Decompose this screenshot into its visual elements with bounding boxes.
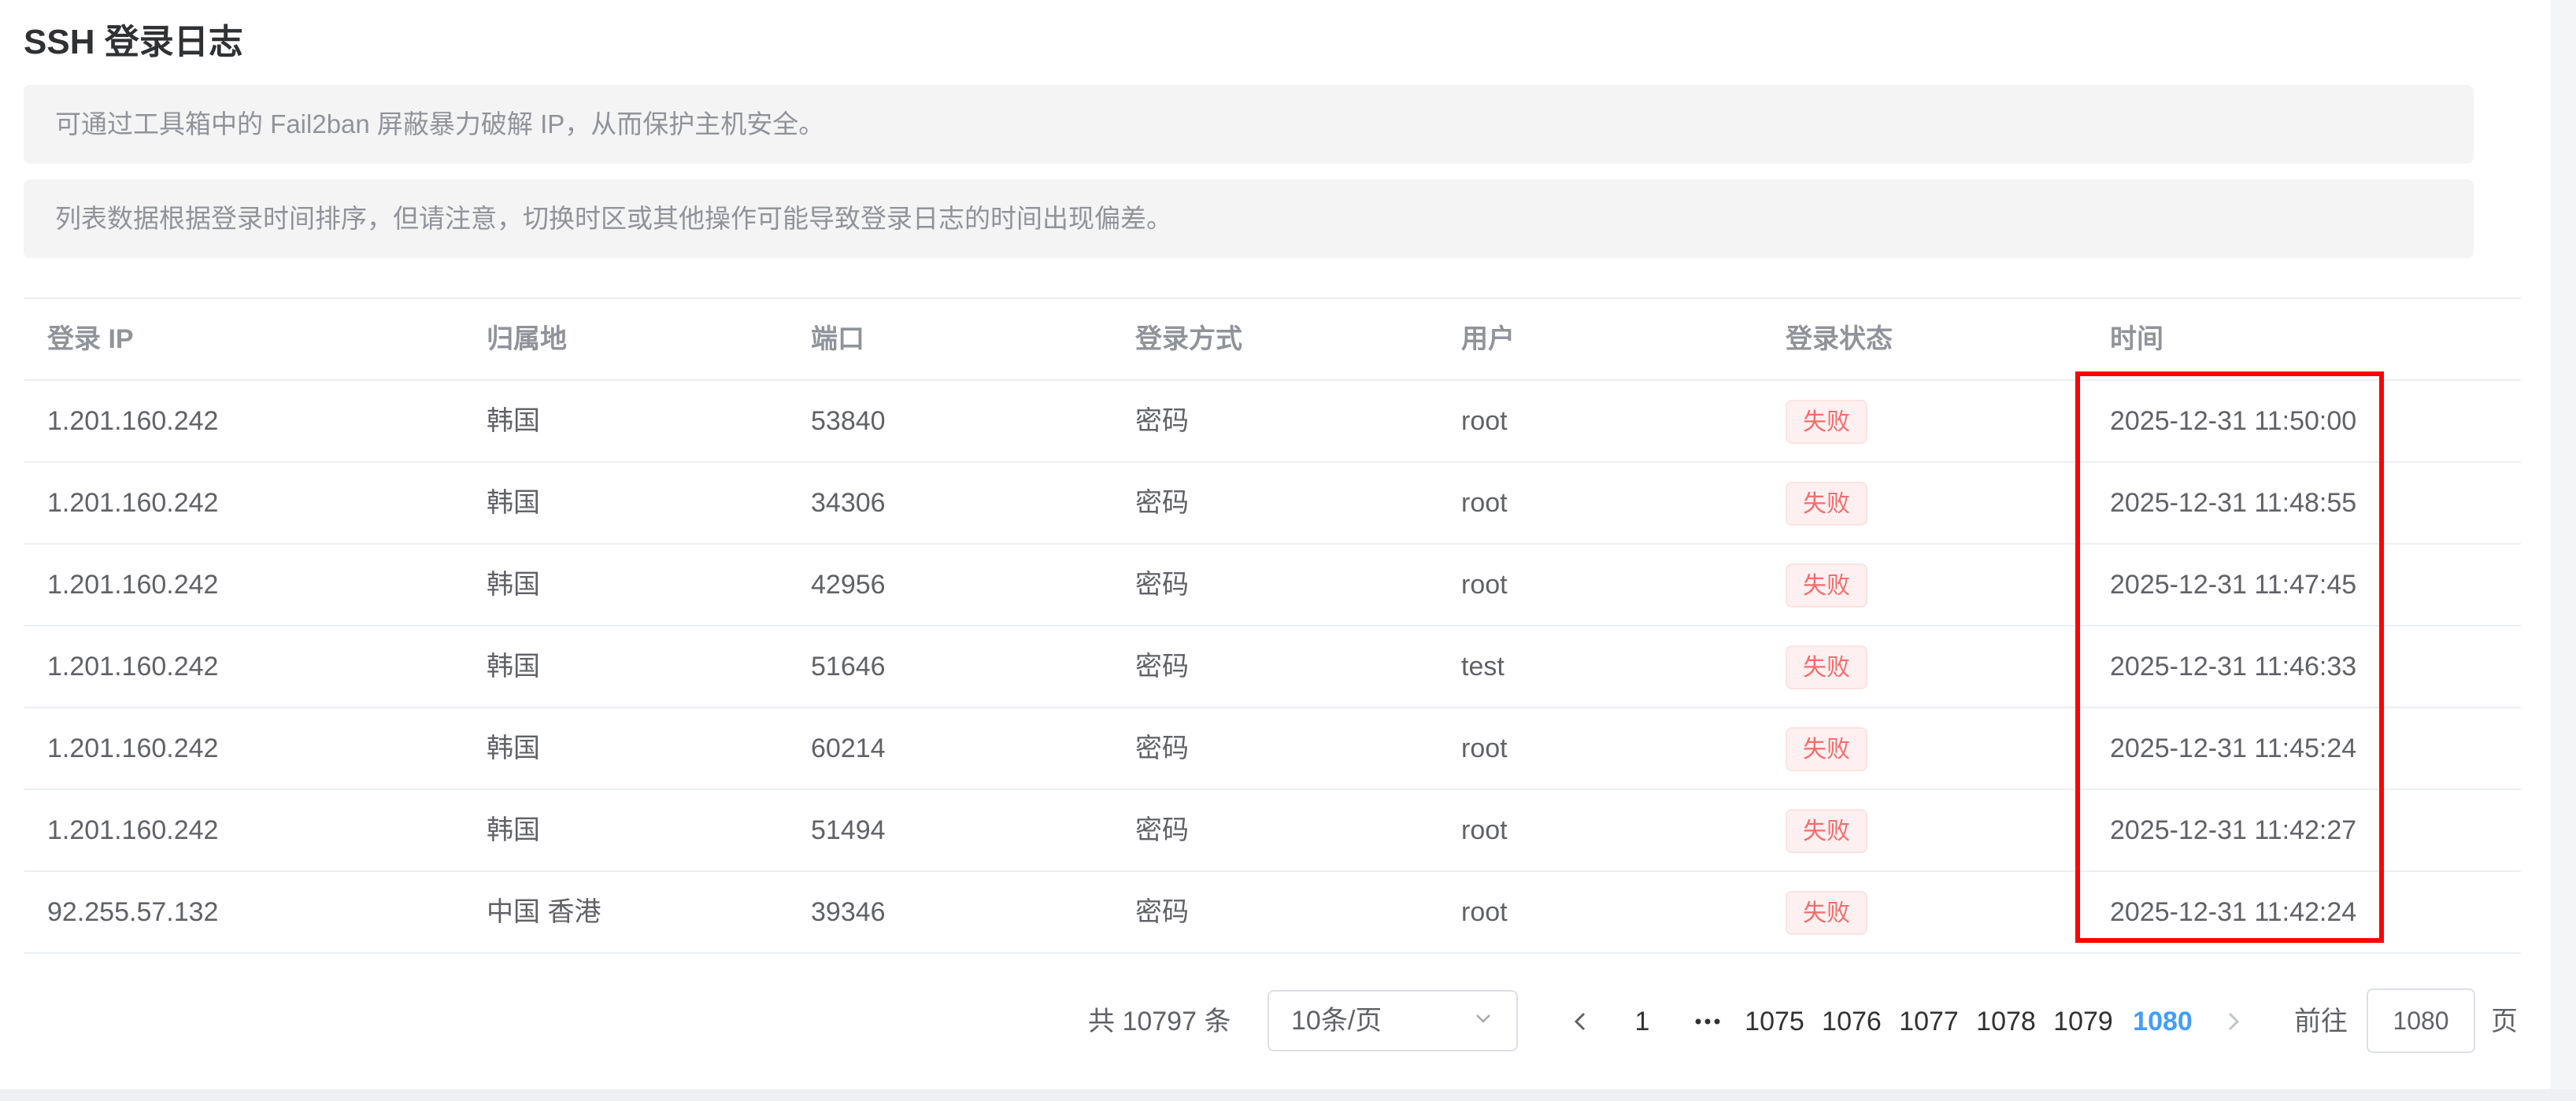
page-size-value: 10条/页	[1291, 1006, 1382, 1036]
header-login-ip: 登录 IP	[47, 324, 134, 354]
cell-user: root	[1461, 488, 1508, 518]
page-1080-current[interactable]: 1080	[2127, 990, 2198, 1053]
cell-method: 密码	[1135, 406, 1189, 436]
more-icon[interactable]	[1691, 1007, 1724, 1036]
cell-user: test	[1461, 652, 1505, 682]
status-badge: 失败	[1786, 891, 1867, 935]
cell-port: 42956	[811, 570, 886, 600]
header-user: 用户	[1461, 324, 1515, 354]
page-1079[interactable]: 1079	[2050, 990, 2116, 1053]
table-row: 1.201.160.242 韩国 53840 密码 root 失败 2025-1…	[24, 381, 2521, 463]
table-row: 1.201.160.242 韩国 51494 密码 root 失败 2025-1…	[24, 790, 2521, 872]
cell-method: 密码	[1135, 570, 1189, 600]
cell-location: 韩国	[487, 570, 540, 600]
cell-ip: 1.201.160.242	[47, 570, 219, 600]
page-1075[interactable]: 1075	[1741, 990, 1808, 1053]
table-row: 1.201.160.242 韩国 51646 密码 test 失败 2025-1…	[24, 626, 2521, 708]
cell-method: 密码	[1135, 815, 1189, 845]
cell-location: 韩国	[487, 733, 540, 763]
page-suffix-label: 页	[2491, 1007, 2518, 1036]
cell-ip: 1.201.160.242	[47, 488, 219, 518]
cell-time: 2025-12-31 11:48:55	[2110, 488, 2357, 518]
header-login-status: 登录状态	[1786, 324, 1893, 354]
page-scrollbar-track[interactable]	[2551, 0, 2576, 1101]
cell-user: root	[1461, 570, 1508, 600]
ssh-login-log-page: SSH 登录日志 可通过工具箱中的 Fail2ban 屏蔽暴力破解 IP，从而保…	[0, 0, 2576, 1101]
cell-method: 密码	[1135, 652, 1189, 682]
table-row: 1.201.160.242 韩国 34306 密码 root 失败 2025-1…	[24, 463, 2521, 545]
cell-method: 密码	[1135, 733, 1189, 763]
status-badge: 失败	[1786, 645, 1867, 689]
goto-page-input[interactable]	[2367, 988, 2475, 1053]
header-port: 端口	[811, 324, 864, 354]
cell-port: 39346	[811, 897, 886, 927]
page-1076[interactable]: 1076	[1819, 990, 1885, 1053]
table-row: 92.255.57.132 中国 香港 39346 密码 root 失败 202…	[24, 872, 2521, 954]
cell-location: 韩国	[487, 406, 540, 436]
goto-label: 前往	[2294, 1007, 2348, 1036]
status-badge: 失败	[1786, 400, 1867, 444]
cell-ip: 1.201.160.242	[47, 733, 219, 763]
chevron-right-icon[interactable]	[2219, 1007, 2247, 1036]
chevron-left-icon[interactable]	[1567, 1007, 1595, 1036]
bottom-divider	[0, 1089, 2576, 1101]
status-badge: 失败	[1786, 563, 1867, 608]
cell-ip: 1.201.160.242	[47, 815, 219, 845]
info-alert-time-sort: 列表数据根据登录时间排序，但请注意，切换时区或其他操作可能导致登录日志的时间出现…	[24, 179, 2474, 258]
cell-location: 韩国	[487, 815, 540, 845]
cell-user: root	[1461, 406, 1508, 436]
cell-ip: 1.201.160.242	[47, 406, 219, 436]
pagination-total: 共 10797 条	[1088, 1007, 1231, 1036]
cell-time: 2025-12-31 11:47:45	[2110, 570, 2357, 600]
cell-ip: 1.201.160.242	[47, 652, 219, 682]
cell-location: 中国 香港	[487, 897, 601, 927]
cell-port: 60214	[811, 733, 886, 763]
info-alert-fail2ban: 可通过工具箱中的 Fail2ban 屏蔽暴力破解 IP，从而保护主机安全。	[24, 85, 2474, 164]
cell-time: 2025-12-31 11:42:24	[2110, 897, 2357, 927]
cell-port: 34306	[811, 488, 886, 518]
cell-location: 韩国	[487, 488, 540, 518]
status-badge: 失败	[1786, 727, 1867, 771]
page-size-select[interactable]: 10条/页	[1268, 990, 1518, 1051]
cell-port: 51646	[811, 652, 886, 682]
page-title: SSH 登录日志	[24, 23, 243, 61]
cell-time: 2025-12-31 11:42:27	[2110, 815, 2357, 845]
cell-ip: 92.255.57.132	[47, 897, 219, 927]
login-log-table: 登录 IP 归属地 端口 登录方式 用户 登录状态 时间 1.201.160.2…	[24, 297, 2521, 954]
cell-time: 2025-12-31 11:45:24	[2110, 733, 2357, 763]
cell-port: 53840	[811, 406, 886, 436]
cell-location: 韩国	[487, 652, 540, 682]
table-header: 登录 IP 归属地 端口 登录方式 用户 登录状态 时间	[24, 297, 2521, 381]
cell-port: 51494	[811, 815, 886, 845]
status-badge: 失败	[1786, 809, 1867, 853]
header-time: 时间	[2110, 324, 2163, 354]
cell-user: root	[1461, 815, 1508, 845]
table-row: 1.201.160.242 韩国 42956 密码 root 失败 2025-1…	[24, 545, 2521, 626]
cell-user: root	[1461, 733, 1508, 763]
cell-method: 密码	[1135, 897, 1189, 927]
cell-method: 密码	[1135, 488, 1189, 518]
page-1[interactable]: 1	[1625, 990, 1660, 1053]
header-login-method: 登录方式	[1135, 324, 1242, 354]
page-1078[interactable]: 1078	[1973, 990, 2039, 1053]
chevron-down-icon	[1476, 1014, 1490, 1023]
page-1077[interactable]: 1077	[1896, 990, 1962, 1053]
table-row: 1.201.160.242 韩国 60214 密码 root 失败 2025-1…	[24, 708, 2521, 790]
header-location: 归属地	[487, 324, 567, 354]
cell-user: root	[1461, 897, 1508, 927]
status-badge: 失败	[1786, 482, 1867, 526]
cell-time: 2025-12-31 11:46:33	[2110, 652, 2357, 682]
content-panel: SSH 登录日志 可通过工具箱中的 Fail2ban 屏蔽暴力破解 IP，从而保…	[0, 0, 2551, 1089]
cell-time: 2025-12-31 11:50:00	[2110, 406, 2357, 436]
